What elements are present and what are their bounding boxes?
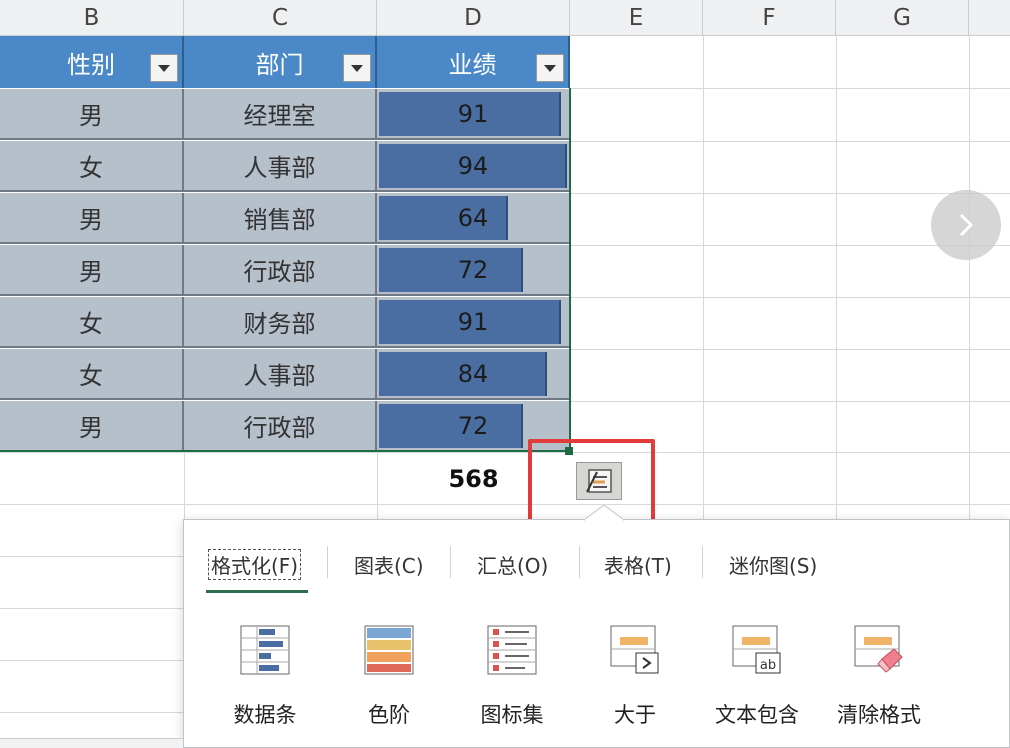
tool-text-contains-label: 文本包含 <box>715 703 799 727</box>
tab-tables[interactable]: 表格(T) <box>604 550 672 578</box>
score-cell[interactable]: 94 <box>377 141 569 192</box>
gender-cell[interactable]: 女 <box>0 349 184 400</box>
column-header-c[interactable]: C <box>184 0 377 36</box>
sheet-tab-bar[interactable] <box>0 738 183 748</box>
column-header-f[interactable]: F <box>703 0 836 36</box>
gender-cell[interactable]: 女 <box>0 297 184 348</box>
header-dept[interactable]: 部门 <box>184 36 377 88</box>
score-value: 91 <box>457 99 489 128</box>
score-value: 84 <box>457 359 489 388</box>
grid-line <box>570 401 1010 402</box>
dept-cell[interactable]: 行政部 <box>184 401 377 452</box>
dept-cell[interactable]: 人事部 <box>184 349 377 400</box>
dept-cell[interactable]: 销售部 <box>184 193 377 244</box>
color-scale-icon <box>364 625 414 675</box>
score-cell[interactable]: 91 <box>377 89 569 140</box>
tab-chart[interactable]: 图表(C) <box>354 550 424 578</box>
score-value: 72 <box>457 255 489 284</box>
svg-text:ab: ab <box>760 658 776 673</box>
header-gender[interactable]: 性别 <box>0 36 184 88</box>
score-cell[interactable]: 84 <box>377 349 569 400</box>
tool-icon-set-label: 图标集 <box>480 703 544 727</box>
grid-line <box>570 349 1010 350</box>
gender-cell[interactable]: 男 <box>0 401 184 452</box>
dept-cell[interactable]: 行政部 <box>184 245 377 296</box>
tool-color-scale-label: 色阶 <box>368 703 410 727</box>
gender-cell[interactable]: 男 <box>0 245 184 296</box>
tab-sparklines[interactable]: 迷你图(S) <box>729 550 817 578</box>
score-cell[interactable]: 91 <box>377 297 569 348</box>
grid-line <box>0 712 184 713</box>
tool-data-bars-label: 数据条 <box>233 703 297 727</box>
tab-format[interactable]: 格式化(F) <box>208 548 302 580</box>
tab-totals[interactable]: 汇总(O) <box>477 550 548 578</box>
grid-line <box>0 556 184 557</box>
tool-greater-than-label: 大于 <box>614 703 656 727</box>
dept-cell[interactable]: 经理室 <box>184 89 377 140</box>
gender-cell[interactable]: 女 <box>0 141 184 192</box>
column-header-b[interactable]: B <box>0 0 184 36</box>
grid-line <box>0 660 184 661</box>
score-value: 91 <box>457 307 489 336</box>
selection-border <box>569 88 571 452</box>
tool-clear-format[interactable]: 清除格式 <box>824 625 934 729</box>
grid-line <box>0 504 1010 505</box>
score-value: 94 <box>457 151 489 180</box>
grid-line <box>570 88 1010 89</box>
active-tab-underline <box>206 590 308 593</box>
tab-separator <box>579 546 580 578</box>
filter-dropdown-icon[interactable] <box>150 54 178 82</box>
tool-color-scale[interactable]: 色阶 <box>334 625 444 729</box>
header-score[interactable]: 业绩 <box>377 36 570 88</box>
header-score-label: 业绩 <box>448 50 497 79</box>
tool-greater-than[interactable]: 大于 <box>580 625 690 729</box>
tool-icon-set[interactable]: 图标集 <box>457 625 567 729</box>
column-header-g[interactable]: G <box>836 0 969 36</box>
next-button[interactable] <box>931 190 1001 260</box>
tool-text-contains[interactable]: ab 文本包含 <box>702 625 812 729</box>
tab-format-label: 格式化(F) <box>208 548 302 580</box>
tab-separator <box>702 546 703 578</box>
grid-line <box>570 141 1010 142</box>
tool-data-bars[interactable]: 数据条 <box>210 625 320 729</box>
grid-line <box>570 193 1010 194</box>
tab-separator <box>450 546 451 578</box>
quick-analysis-button[interactable] <box>576 462 622 500</box>
score-cell[interactable]: 64 <box>377 193 569 244</box>
icon-set-icon <box>487 625 537 675</box>
grid-line <box>570 297 1010 298</box>
tab-separator <box>327 546 328 578</box>
tool-clear-format-label: 清除格式 <box>837 703 921 727</box>
next-arrow-icon <box>959 213 974 237</box>
dept-cell[interactable]: 财务部 <box>184 297 377 348</box>
grid-line <box>184 452 185 522</box>
score-value: 64 <box>457 203 489 232</box>
quick-analysis-icon <box>586 469 612 493</box>
header-dept-label: 部门 <box>255 50 304 79</box>
gender-cell[interactable]: 男 <box>0 193 184 244</box>
data-bars-icon <box>240 625 290 675</box>
column-header-e[interactable]: E <box>570 0 703 36</box>
filter-dropdown-icon[interactable] <box>343 54 371 82</box>
panel-pointer <box>584 505 624 521</box>
quick-analysis-panel: 格式化(F) 图表(C) 汇总(O) 表格(T) 迷你图(S) 数据条 色阶 图… <box>183 505 1010 748</box>
selection-border <box>0 450 571 452</box>
header-gender-label: 性别 <box>67 50 115 79</box>
text-contains-icon: ab <box>732 625 781 674</box>
score-cell[interactable]: 72 <box>377 245 569 296</box>
column-header-d[interactable]: D <box>377 0 570 36</box>
dept-cell[interactable]: 人事部 <box>184 141 377 192</box>
greater-than-icon <box>610 625 659 674</box>
filter-dropdown-icon[interactable] <box>536 54 564 82</box>
clear-format-icon <box>854 625 903 673</box>
gender-cell[interactable]: 男 <box>0 89 184 140</box>
grid-line <box>0 608 184 609</box>
